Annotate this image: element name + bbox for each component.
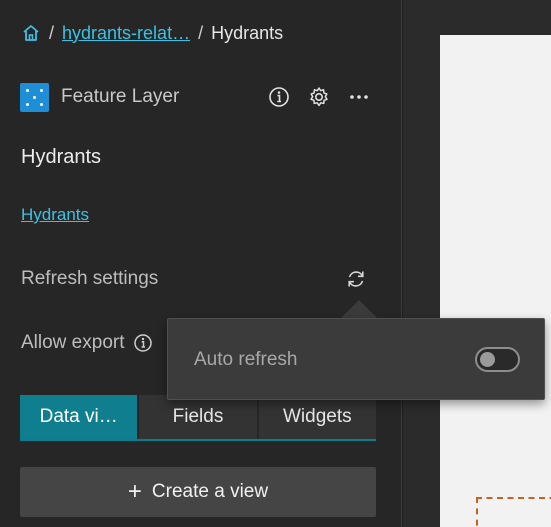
tab-data-views[interactable]: Data vi…: [20, 395, 140, 439]
create-view-button[interactable]: + Create a view: [20, 467, 376, 517]
auto-refresh-label: Auto refresh: [194, 349, 298, 370]
toggle-knob: [480, 352, 495, 367]
refresh-settings-popover: Auto refresh: [167, 318, 545, 400]
home-icon[interactable]: [21, 23, 41, 43]
layer-link[interactable]: Hydrants: [21, 205, 89, 225]
auto-refresh-toggle[interactable]: [475, 347, 520, 372]
selection-outline: [476, 497, 551, 527]
info-icon[interactable]: [133, 333, 153, 353]
canvas-area: [403, 0, 551, 527]
tab-fields[interactable]: Fields: [139, 395, 259, 439]
breadcrumb-parent-link[interactable]: hydrants-relat…: [62, 23, 190, 44]
layer-title: Hydrants: [21, 146, 102, 168]
feature-layer-thumbnail: [20, 82, 49, 112]
item-type-label: Feature Layer: [61, 86, 180, 107]
allow-export-label: Allow export: [21, 332, 125, 353]
more-icon[interactable]: [348, 86, 370, 108]
breadcrumb-separator: /: [198, 22, 204, 43]
refresh-icon[interactable]: [345, 268, 367, 290]
refresh-settings-label: Refresh settings: [21, 268, 159, 289]
plus-icon: +: [127, 478, 142, 505]
breadcrumb-separator: /: [49, 22, 55, 43]
preview-canvas: [440, 35, 551, 527]
tab-widgets[interactable]: Widgets: [258, 395, 376, 439]
view-tabs: Data vi… Fields Widgets: [20, 395, 376, 441]
breadcrumb-current: Hydrants: [211, 22, 284, 43]
create-view-label: Create a view: [151, 481, 269, 502]
app-page: / hydrants-relat… / Hydrants Feature Lay…: [0, 0, 551, 527]
details-panel: / hydrants-relat… / Hydrants Feature Lay…: [0, 0, 402, 527]
info-icon[interactable]: [268, 86, 290, 108]
gear-icon[interactable]: [308, 86, 330, 108]
popover-arrow: [341, 300, 377, 318]
refresh-settings-row: Refresh settings: [21, 266, 367, 292]
breadcrumb: / hydrants-relat… / Hydrants: [21, 20, 283, 46]
allow-export-row: Allow export: [21, 330, 153, 356]
item-header: Feature Layer: [20, 82, 370, 112]
